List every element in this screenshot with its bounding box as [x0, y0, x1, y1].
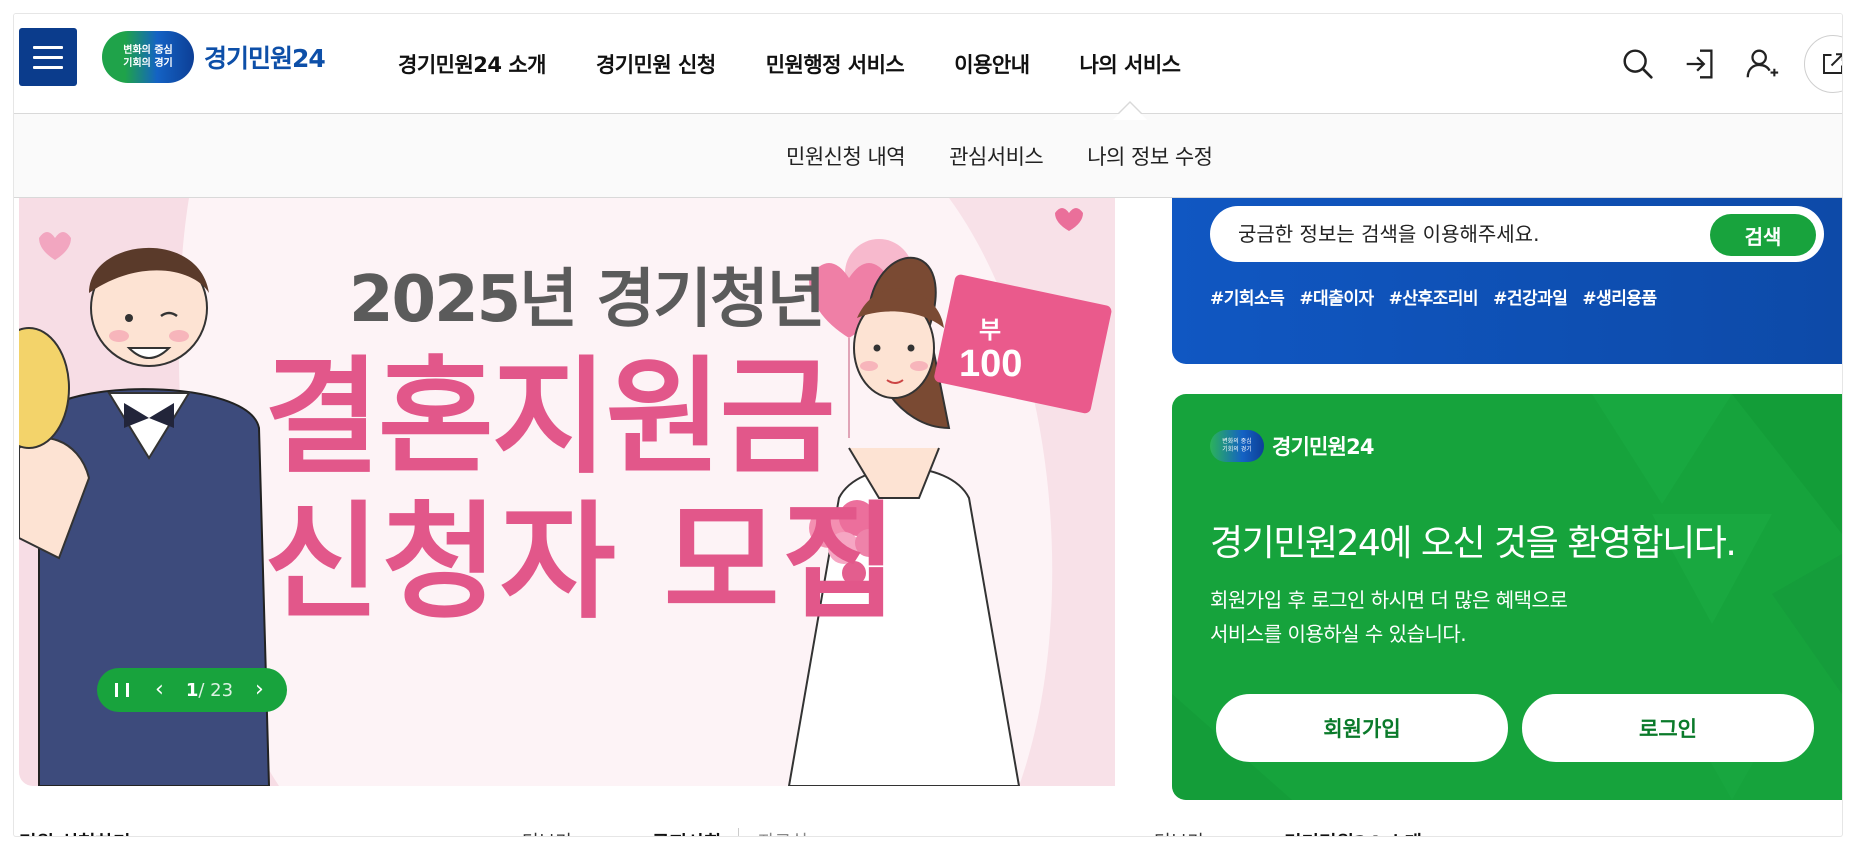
apply-section-title: 민원 신청하기	[19, 828, 131, 836]
main-banner-slide[interactable]: 부 100 2025년 경기청년 결혼지원금 신청자 모집 ‹ 1/ 23 ›	[19, 198, 1115, 786]
search-button[interactable]: 검색	[1710, 214, 1816, 256]
prev-slide-arrow-icon[interactable]: ‹	[155, 679, 164, 701]
logo-badge-line1: 변화의 중심	[123, 45, 173, 56]
welcome-logo-badge-line1: 변화의 중심	[1222, 438, 1252, 445]
slide-current: 1	[185, 679, 199, 701]
banner-headline-line1: 결혼지원금	[264, 344, 836, 491]
next-slide-arrow-icon[interactable]: ›	[255, 679, 264, 701]
site-header: 변화의 중심 기회의 경기 경기민원24 경기민원24 소개 경기민원 신청 민…	[14, 14, 1842, 120]
menu-line	[33, 45, 63, 49]
tag-link[interactable]: #건강과일	[1493, 284, 1568, 309]
banner-year-title: 2025년 경기청년	[349, 263, 826, 337]
notice-more-link[interactable]: 더보기 +	[1154, 828, 1224, 836]
search-icon[interactable]	[1616, 42, 1660, 86]
sign-text-top: 부	[979, 317, 1001, 344]
logo-badge-line2: 기회의 경기	[123, 58, 173, 69]
utility-icons	[1598, 14, 1842, 114]
nav-item-intro[interactable]: 경기민원24 소개	[398, 49, 546, 79]
welcome-title: 경기민원24에 오신 것을 환영합니다.	[1210, 523, 1737, 564]
welcome-description-line1: 회원가입 후 로그인 하시면 더 많은 혜택으로	[1210, 588, 1568, 612]
intro-section-title: 경기민원24 소개	[1284, 828, 1422, 836]
banner-slider-controls: ‹ 1/ 23 ›	[97, 668, 287, 712]
tab-divider	[738, 828, 739, 836]
menu-line	[33, 55, 63, 59]
welcome-description-line2: 서비스를 이용하실 수 있습니다.	[1210, 622, 1467, 646]
logo-text: 경기민원24	[204, 44, 326, 73]
pause-icon[interactable]	[115, 683, 129, 697]
nav-item-my-service[interactable]: 나의 서비스	[1080, 49, 1181, 120]
tag-link[interactable]: #기회소득	[1210, 284, 1285, 309]
popular-tags: #기회소득 #대출이자 #산후조리비 #건강과일 #생리용품	[1210, 284, 1672, 309]
bottom-section-headers: 민원 신청하기 더보기 + 공지사항 자료실 더보기 + 경기민원24 소개	[14, 820, 1842, 836]
hamburger-menu-button[interactable]	[19, 28, 77, 86]
search-panel: 검색 #기회소득 #대출이자 #산후조리비 #건강과일 #생리용품	[1172, 198, 1842, 364]
login-button[interactable]: 로그인	[1522, 694, 1814, 762]
submenu-item-edit-profile[interactable]: 나의 정보 수정	[1087, 141, 1213, 171]
welcome-logo-badge: 변화의 중심 기회의 경기	[1210, 430, 1264, 462]
tab-archive[interactable]: 자료실	[758, 828, 808, 836]
external-link-icon	[1823, 53, 1842, 74]
nav-item-guide[interactable]: 이용안내	[954, 49, 1030, 79]
welcome-panel: 변화의 중심 기회의 경기 경기민원24 경기민원24에 오신 것을 환영합니다…	[1172, 394, 1842, 800]
slide-counter: 1/ 23	[186, 680, 233, 701]
submenu-item-application-history[interactable]: 민원신청 내역	[786, 141, 906, 171]
welcome-logo-text: 경기민원24	[1272, 435, 1375, 459]
tag-link[interactable]: #대출이자	[1299, 284, 1374, 309]
search-input[interactable]	[1238, 206, 1678, 262]
sign-text-number: 100	[959, 343, 1022, 385]
main-nav: 경기민원24 소개 경기민원 신청 민원행정 서비스 이용안내 나의 서비스	[398, 14, 1230, 120]
tag-link[interactable]: #생리용품	[1582, 284, 1657, 309]
nav-item-admin-service[interactable]: 민원행정 서비스	[766, 49, 905, 79]
logo-badge: 변화의 중심 기회의 경기	[102, 31, 194, 83]
submenu-item-favorite-services[interactable]: 관심서비스	[949, 141, 1044, 171]
tag-link[interactable]: #산후조리비	[1389, 284, 1479, 309]
submenu-items: 민원신청 내역 관심서비스 나의 정보 수정	[786, 114, 1257, 198]
login-icon[interactable]	[1678, 42, 1722, 86]
tab-notice[interactable]: 공지사항	[652, 828, 722, 836]
menu-line	[33, 65, 63, 69]
welcome-logo: 변화의 중심 기회의 경기 경기민원24	[1210, 430, 1375, 462]
slide-total: / 23	[198, 679, 234, 701]
nav-item-apply[interactable]: 경기민원 신청	[596, 49, 716, 79]
my-service-submenu: 민원신청 내역 관심서비스 나의 정보 수정	[14, 114, 1842, 198]
banner-headline-line2: 신청자 모집	[264, 489, 900, 636]
external-link-button[interactable]	[1804, 35, 1842, 93]
site-logo[interactable]: 변화의 중심 기회의 경기 경기민원24	[102, 28, 326, 86]
search-box: 검색	[1210, 206, 1824, 262]
page-frame: 변화의 중심 기회의 경기 경기민원24 경기민원24 소개 경기민원 신청 민…	[14, 14, 1842, 836]
add-user-icon[interactable]	[1740, 42, 1784, 86]
welcome-logo-badge-line2: 기회의 경기	[1222, 446, 1252, 453]
apply-more-link[interactable]: 더보기 +	[522, 828, 592, 836]
join-button[interactable]: 회원가입	[1216, 694, 1508, 762]
